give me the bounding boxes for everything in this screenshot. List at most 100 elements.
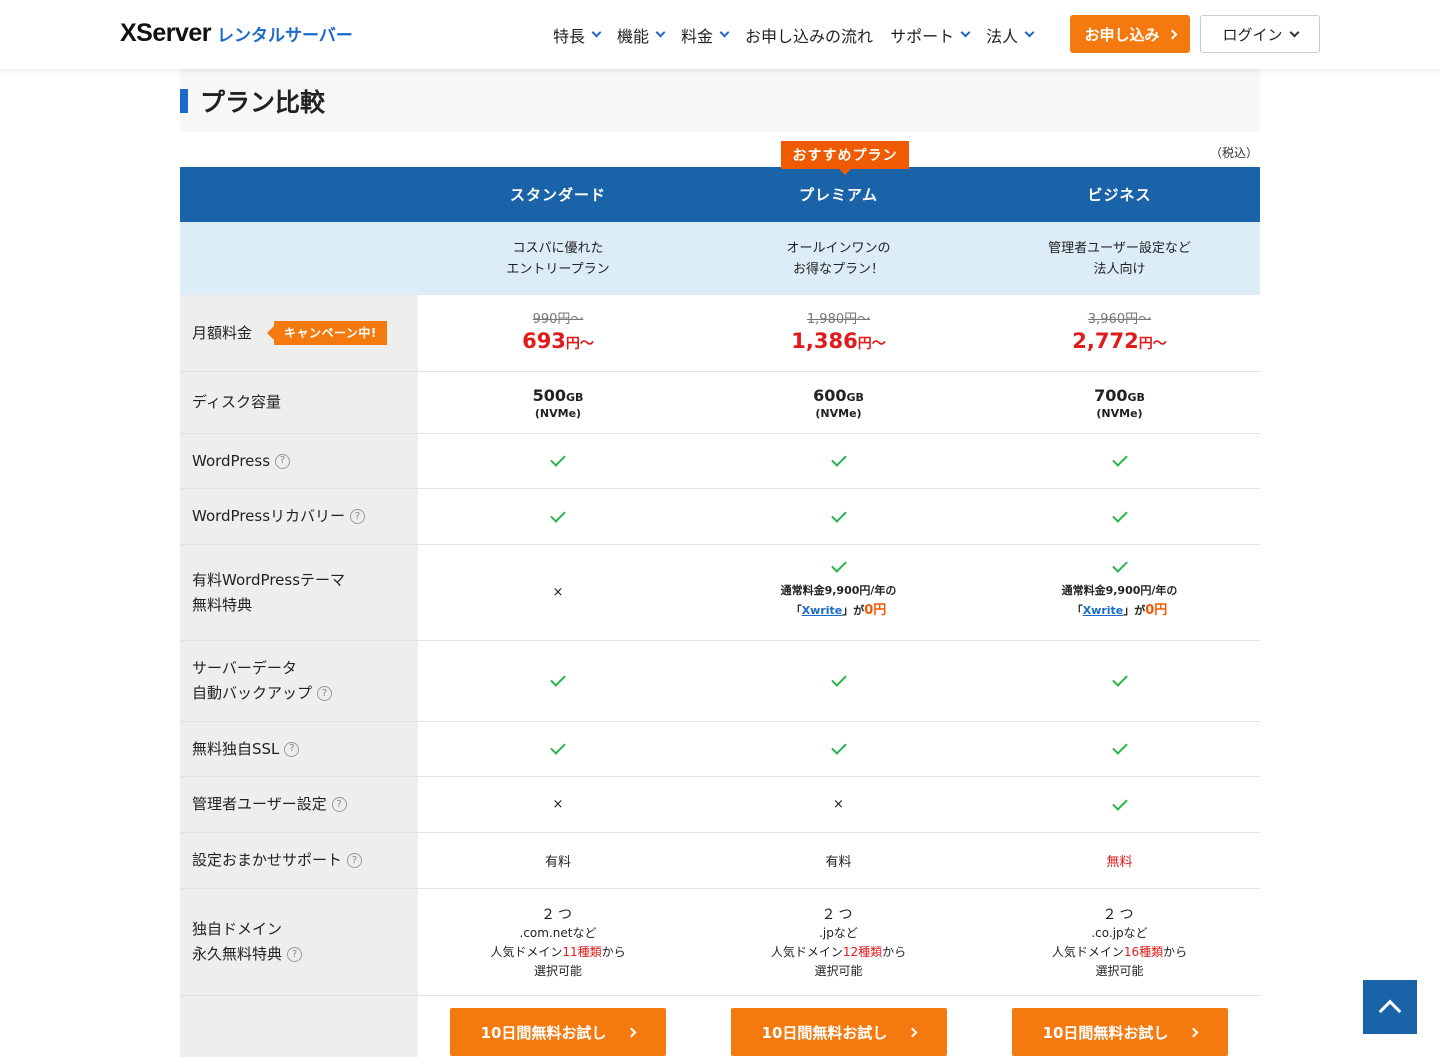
nav-support[interactable]: サポート [890,23,971,47]
row-label-text: 管理者ユーザー設定 [192,795,327,813]
domain-count: ２つ [821,906,856,923]
back-to-top-button[interactable] [1363,980,1417,1034]
plan-name-premium: プレミアム [799,186,878,204]
nav-corporate[interactable]: 法人 [986,23,1035,47]
check-icon [1111,451,1128,467]
table-row-domain: 独自ドメイン 永久無料特典? ２つ .com.netなど 人気ドメイン11種類から… [180,889,1260,996]
help-icon[interactable]: ? [284,741,300,757]
help-icon[interactable]: ? [317,686,333,701]
check-cell [979,489,1260,544]
theme-offer: 「Xwrite」が0円 [791,601,887,621]
new-price: 693円〜 [522,327,594,358]
site-header: XServer レンタルサーバー 特長 機能 料金 お申し込みの流れ サポート … [0,0,1440,69]
chevron-down-icon [1024,27,1035,38]
row-label-text: 無料独自SSL [192,739,280,758]
free-trial-button-premium[interactable]: 10日間無料お試し [731,1008,947,1056]
disk-business: 700GB (NVMe) [979,372,1260,433]
price-premium: 1,980円〜 1,386円〜 [698,295,979,371]
new-price: 2,772円〜 [1072,327,1166,358]
disk-premium: 600GB (NVMe) [698,372,979,433]
free-price: 0円 [864,602,887,618]
label-line: サーバーデータ [192,659,297,677]
desc-line: コスパに優れた [512,240,604,256]
xwrite-link[interactable]: Xwrite [1083,604,1124,617]
cross-mark: × [833,797,844,812]
row-label-text: 有料WordPressテーマ 無料特典 [192,568,345,618]
domain-example: .co.jpなど [1091,925,1148,940]
nav-flow[interactable]: お申し込みの流れ [745,23,873,47]
nav-pricing[interactable]: 料金 [681,23,730,47]
plan-header-row: スタンダード プレミアム ビジネス [180,167,1260,222]
table-row-cta: 10日間無料お試し 10日間無料お試し 10日間無料お試し [180,996,1260,1057]
domain-example: .com.netなど [519,925,597,940]
cross-mark: × [552,797,564,812]
chevron-right-icon [1167,29,1177,39]
check-cell [979,777,1260,832]
apply-button[interactable]: お申し込み [1070,15,1190,53]
help-icon[interactable]: ? [347,853,363,868]
free-trial-button-business[interactable]: 10日間無料お試し [1012,1008,1228,1056]
table-row-admin: 管理者ユーザー設定? × × [180,777,1260,833]
check-cell [979,722,1260,776]
theme-note: 通常料金9,900円/年の [1061,583,1178,597]
check-cell [979,641,1260,721]
check-icon [830,739,847,755]
domain-count: ２つ [541,906,575,923]
disk-type: (NVMe) [815,406,862,420]
help-icon[interactable]: ? [331,797,347,812]
plan-name-business: ビジネス [1087,186,1152,204]
domain-types: 人気ドメイン16種類から [1052,943,1187,962]
label-line: 独自ドメイン [192,920,283,938]
plan-name-standard: スタンダード [509,186,606,204]
label-line: 無料特典 [192,595,253,614]
help-icon[interactable]: ? [275,453,291,469]
label-line: 永久無料特典 [192,945,283,963]
support-value: 有料 [544,855,571,870]
check-cell [418,722,698,776]
nav-features[interactable]: 特長 [553,23,602,47]
row-label-text: 独自ドメイン 永久無料特典? [192,917,303,967]
table-row-support: 設定おまかせサポート? 有料 有料 無料 [180,833,1260,889]
check-cell [418,434,698,488]
nav-functions[interactable]: 機能 [617,23,666,47]
xserver-logo[interactable]: XServer レンタルサーバー [120,18,353,48]
row-label: WordPressリカバリー? [180,489,418,544]
theme-standard: × [418,545,698,640]
text: 人気ドメイン [490,944,563,959]
help-icon[interactable]: ? [350,509,366,524]
admin-premium: × [698,777,979,832]
free-price: 0円 [1145,602,1168,618]
free-trial-button-standard[interactable]: 10日間無料お試し [450,1008,666,1056]
support-value: 有料 [825,855,852,870]
chevron-right-icon [626,1027,637,1037]
domain-selectable: 選択可能 [533,963,582,978]
login-button[interactable]: ログイン [1200,15,1320,53]
chevron-down-icon [1289,27,1299,37]
domain-number: 16種類 [1123,944,1164,959]
xwrite-link[interactable]: Xwrite [802,604,843,617]
help-icon[interactable]: ? [287,947,303,962]
row-label: 有料WordPressテーマ 無料特典 [180,545,418,640]
check-icon [550,671,566,687]
theme-offer: 「Xwrite」が0円 [1072,601,1168,621]
chevron-up-icon [1378,999,1402,1023]
chevron-down-icon [719,27,730,38]
row-label-text: WordPress [192,451,271,470]
check-icon [830,451,847,467]
disk-number: 700 [1094,385,1128,405]
cta-label: 10日間無料お試し [1042,1023,1169,1042]
text: 人気ドメイン [1051,944,1124,959]
plan-desc-business: 管理者ユーザー設定など 法人向け [979,222,1260,295]
disk-amount: 700GB [1094,386,1145,405]
check-cell [979,434,1260,488]
new-price: 1,386円〜 [791,327,885,358]
price-unit: 円〜 [857,336,886,352]
nav-label: サポート [890,26,955,46]
nav-label: 機能 [617,26,650,46]
table-row-wordpress: WordPress? [180,434,1260,489]
check-cell [418,489,698,544]
desc-line: 法人向け [1093,261,1146,277]
check-cell [698,489,979,544]
domain-number: 11種類 [562,944,602,959]
old-price: 990円〜 [532,312,584,327]
